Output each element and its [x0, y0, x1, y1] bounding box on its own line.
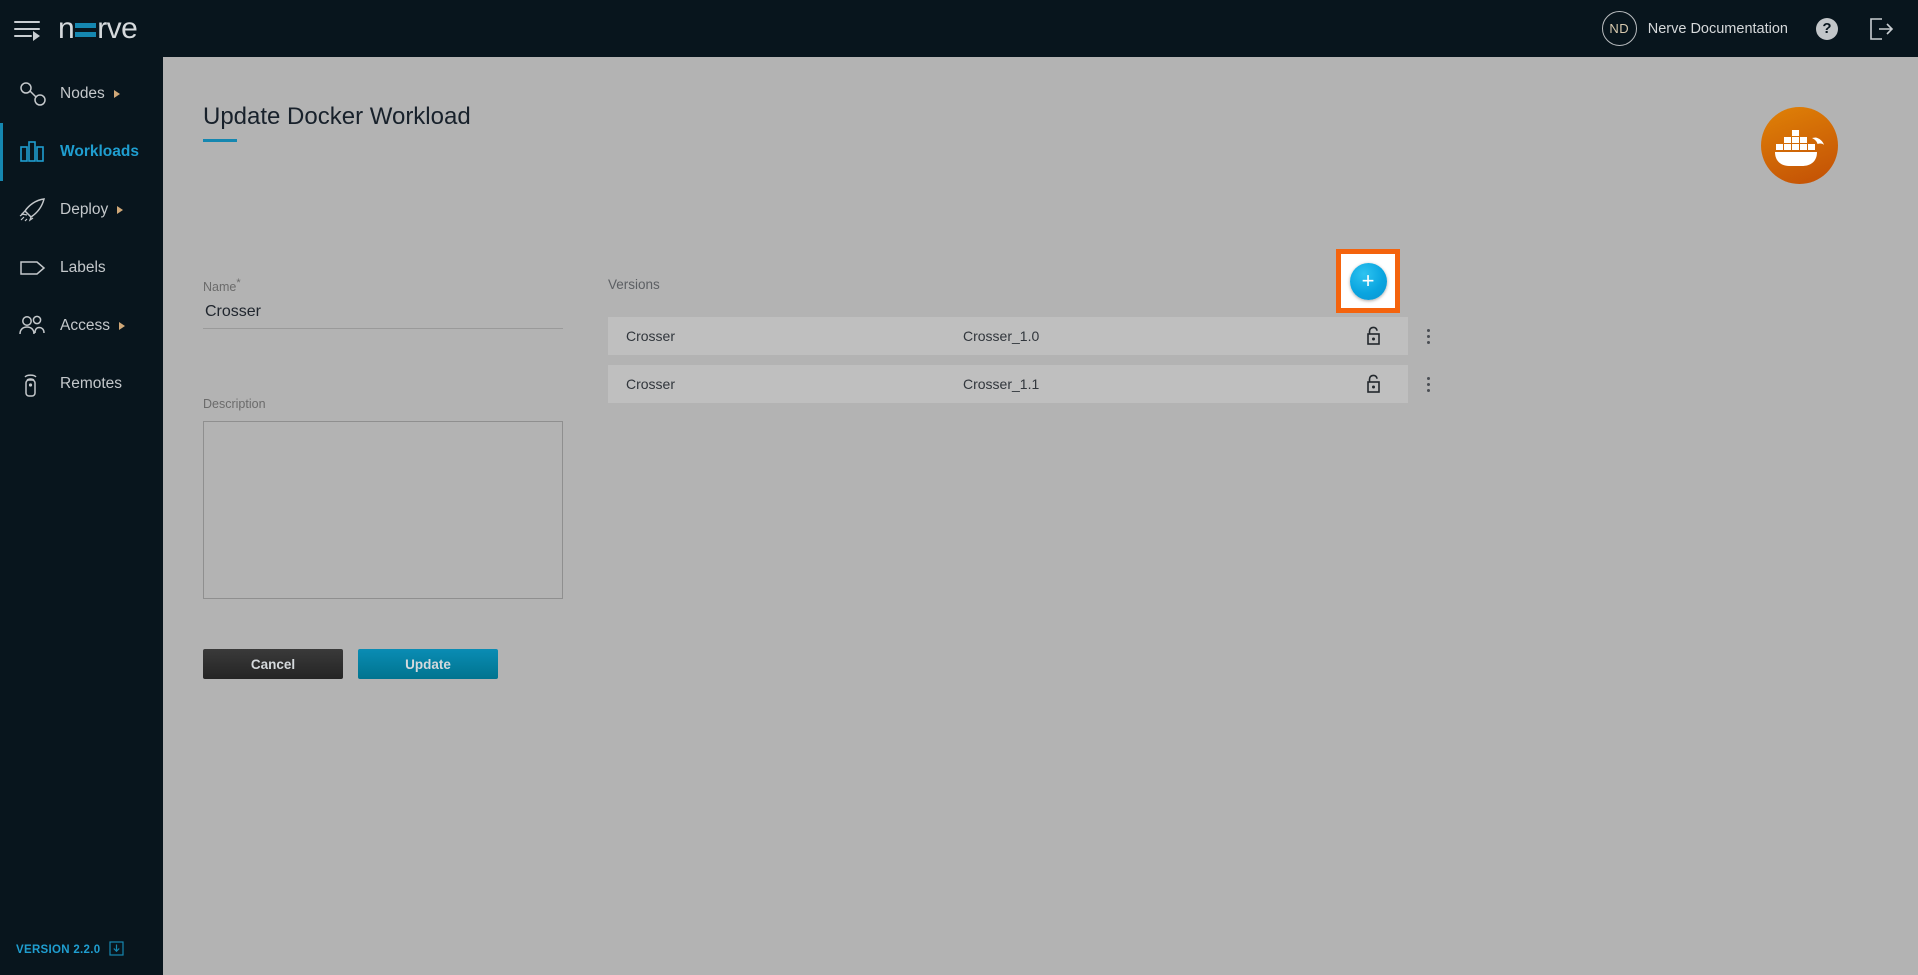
description-field-label: Description: [203, 397, 563, 411]
version-label-cell: Crosser_1.0: [963, 328, 1338, 344]
versions-list: Crosser Crosser_1.0 Crosser Crosser: [608, 317, 1478, 403]
main-content: Update Docker Workload Name* D: [163, 57, 1918, 975]
plus-icon: +: [1362, 270, 1375, 292]
remotes-icon: [18, 370, 50, 398]
chevron-right-icon: [119, 322, 125, 330]
nodes-icon: [18, 80, 50, 108]
table-row[interactable]: Crosser Crosser_1.1: [608, 365, 1478, 403]
name-input[interactable]: [203, 299, 563, 329]
top-bar: n rve ND Nerve Documentation ?: [0, 0, 1918, 57]
sidebar-item-deploy[interactable]: Deploy: [0, 181, 163, 239]
required-asterisk: *: [236, 277, 240, 289]
version-row-body: Crosser Crosser_1.0: [608, 317, 1408, 355]
cancel-button[interactable]: Cancel: [203, 649, 343, 679]
sidebar-item-label: Deploy: [60, 201, 108, 219]
unlocked-padlock-icon[interactable]: [1338, 326, 1408, 346]
chevron-right-icon: [114, 90, 120, 98]
version-info: VERSION 2.2.0: [16, 941, 124, 959]
chevron-right-icon: [117, 206, 123, 214]
docker-whale-icon: [1761, 107, 1838, 184]
description-textarea[interactable]: [203, 421, 563, 599]
question-mark-icon[interactable]: ?: [1816, 18, 1838, 40]
more-vertical-icon[interactable]: [1408, 317, 1448, 355]
deploy-icon: [18, 196, 50, 224]
sidebar-item-label: Access: [60, 317, 110, 335]
sidebar: Nodes Workloads Deploy: [0, 57, 163, 975]
logo-text-suffix: rve: [97, 14, 137, 44]
update-button[interactable]: Update: [358, 649, 498, 679]
form-actions: Cancel Update: [203, 649, 563, 679]
name-field-label: Name*: [203, 277, 563, 294]
add-version-button[interactable]: +: [1350, 263, 1387, 300]
sidebar-item-nodes[interactable]: Nodes: [0, 65, 163, 123]
version-name-cell: Crosser: [608, 328, 963, 344]
unlocked-padlock-icon[interactable]: [1338, 374, 1408, 394]
more-vertical-icon[interactable]: [1408, 365, 1448, 403]
avatar-initials: ND: [1609, 21, 1629, 36]
access-icon: [18, 312, 50, 340]
sidebar-item-label: Nodes: [60, 85, 105, 103]
logo-equals-icon: [75, 19, 96, 39]
version-row-body: Crosser Crosser_1.1: [608, 365, 1408, 403]
labels-icon: [18, 254, 50, 282]
version-label-cell: Crosser_1.1: [963, 376, 1338, 392]
sidebar-item-remotes[interactable]: Remotes: [0, 355, 163, 413]
description-block: Description: [203, 397, 563, 604]
username-label: Nerve Documentation: [1648, 21, 1788, 37]
sidebar-item-label: Workloads: [60, 143, 139, 161]
sidebar-item-workloads[interactable]: Workloads: [0, 123, 163, 181]
hamburger-collapse-icon[interactable]: [14, 18, 40, 40]
page-title: Update Docker Workload: [203, 103, 471, 142]
app-logo[interactable]: n rve: [58, 14, 137, 44]
name-label-text: Name: [203, 280, 236, 294]
versions-panel: Versions + Crosser Crosser_1.0: [608, 277, 1478, 413]
version-label: VERSION 2.2.0: [16, 944, 100, 956]
table-row[interactable]: Crosser Crosser_1.0: [608, 317, 1478, 355]
version-name-cell: Crosser: [608, 376, 963, 392]
sidebar-item-access[interactable]: Access: [0, 297, 163, 355]
add-version-highlight: +: [1336, 249, 1400, 313]
download-icon[interactable]: [109, 941, 124, 959]
sidebar-item-label: Labels: [60, 259, 106, 277]
help-label: ?: [1822, 20, 1831, 37]
sidebar-nav: Nodes Workloads Deploy: [0, 57, 163, 413]
logo-text-prefix: n: [58, 14, 74, 44]
avatar[interactable]: ND: [1602, 11, 1637, 46]
sidebar-item-label: Remotes: [60, 375, 122, 393]
sidebar-item-labels[interactable]: Labels: [0, 239, 163, 297]
workloads-icon: [18, 138, 50, 166]
logout-icon[interactable]: [1868, 17, 1894, 41]
header-right-group: ND Nerve Documentation ?: [1602, 11, 1918, 46]
workload-form: Name* Description Cancel Update: [203, 277, 563, 679]
